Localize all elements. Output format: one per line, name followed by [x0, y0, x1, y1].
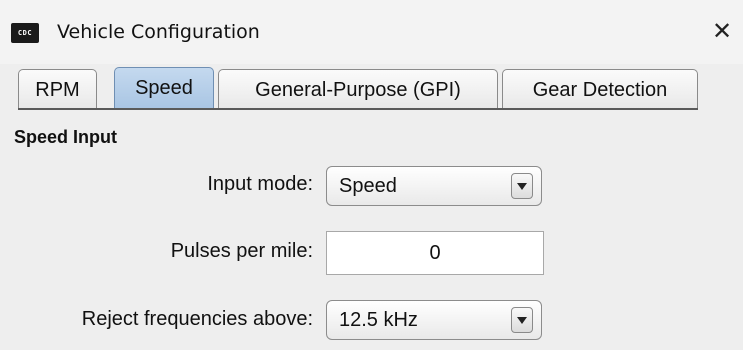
pulses-per-mile-field[interactable]: 0 [326, 231, 544, 275]
app-logo-icon: CDC [11, 23, 39, 43]
section-title: Speed Input [14, 127, 117, 147]
input-mode-dropdown-button[interactable] [511, 173, 533, 199]
input-mode-value: Speed [339, 175, 397, 197]
tab-divider [18, 108, 698, 110]
reject-frequencies-label: Reject frequencies above: [81, 308, 313, 330]
reject-frequencies-dropdown[interactable]: 12.5 kHz [326, 300, 542, 340]
input-mode-label: Input mode: [207, 173, 313, 195]
tab-general-purpose[interactable]: General-Purpose (GPI) [218, 69, 498, 109]
window-title: Vehicle Configuration [57, 21, 260, 43]
tab-speed[interactable]: Speed [114, 67, 214, 109]
pulses-per-mile-label: Pulses per mile: [170, 240, 313, 262]
speed-tab-panel: Speed Input Input mode: Speed Pulses per… [0, 112, 743, 350]
close-icon[interactable]: ✕ [709, 17, 735, 45]
chevron-down-icon [517, 317, 527, 324]
tab-gear-detection[interactable]: Gear Detection [502, 69, 698, 109]
input-mode-dropdown[interactable]: Speed [326, 166, 542, 206]
reject-frequencies-value: 12.5 kHz [339, 309, 418, 331]
title-bar: CDC Vehicle Configuration ✕ [0, 0, 743, 64]
tab-rpm[interactable]: RPM [18, 69, 97, 109]
chevron-down-icon [517, 183, 527, 190]
reject-frequencies-dropdown-button[interactable] [511, 307, 533, 333]
tab-strip: RPM Speed General-Purpose (GPI) Gear Det… [0, 64, 743, 112]
